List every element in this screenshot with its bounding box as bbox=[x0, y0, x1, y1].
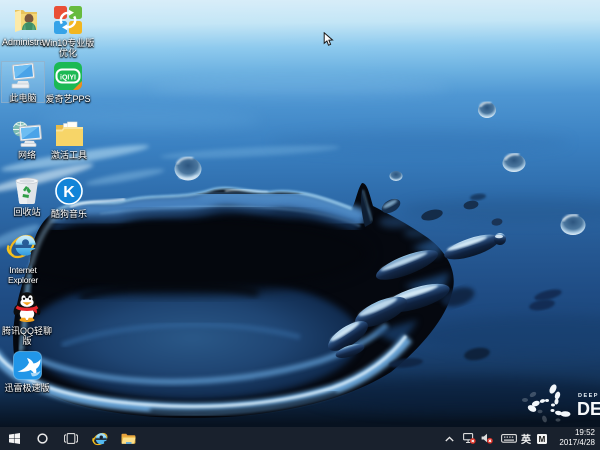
svg-text:iQIYI: iQIYI bbox=[60, 74, 76, 81]
svg-text:DE: DE bbox=[577, 399, 600, 419]
svg-text:K: K bbox=[63, 184, 75, 201]
svg-text:M: M bbox=[539, 435, 546, 444]
